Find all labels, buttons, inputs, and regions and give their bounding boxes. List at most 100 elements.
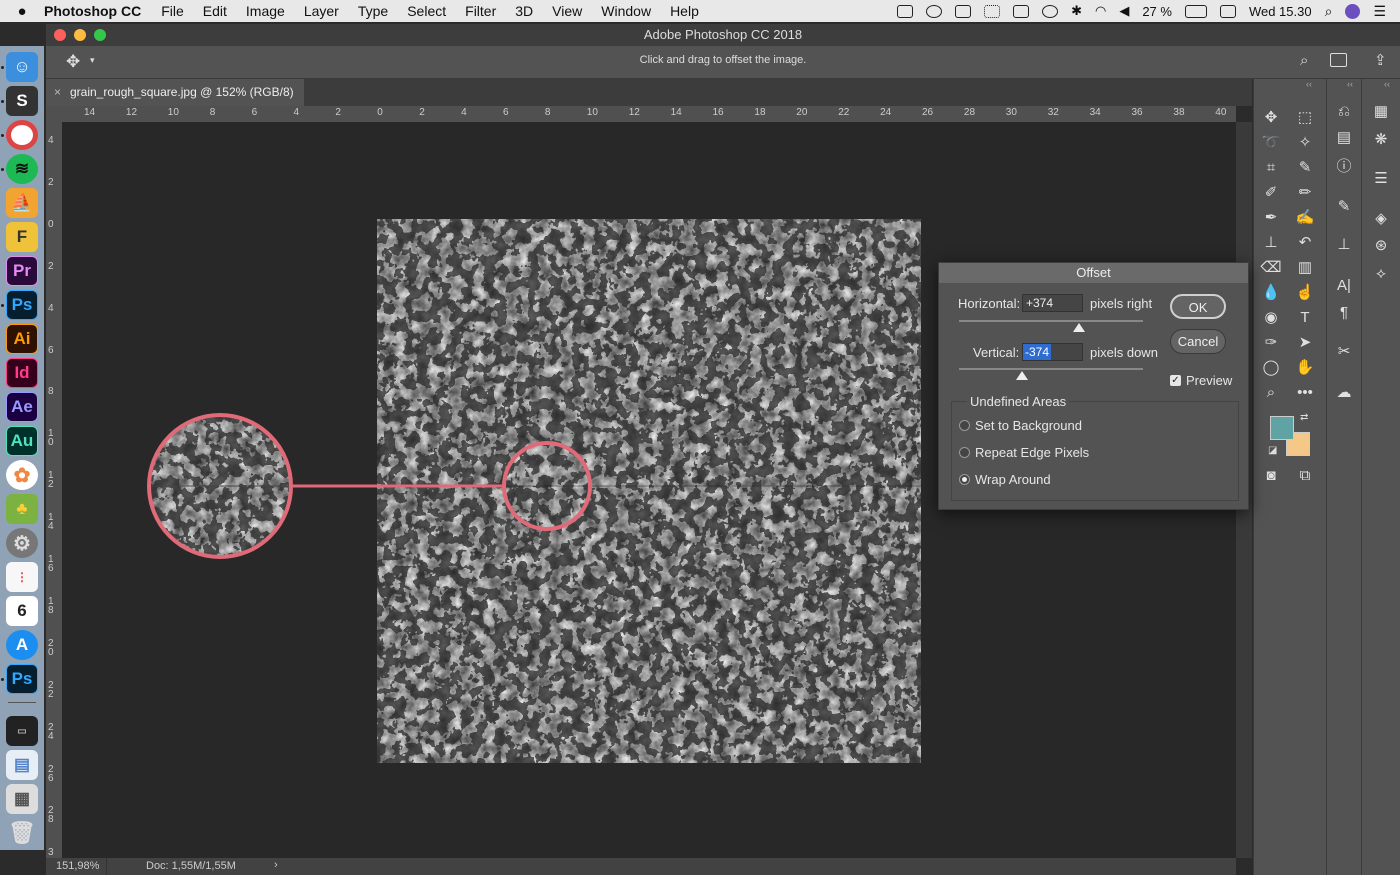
horizontal-input[interactable] xyxy=(1022,294,1083,312)
trash-icon[interactable]: 🗑 xyxy=(6,818,38,848)
menu-select[interactable]: Select xyxy=(407,3,446,19)
premiere-icon[interactable]: Pr xyxy=(6,256,38,286)
mixer-brush-tool-icon[interactable]: ✍ xyxy=(1292,207,1318,229)
grid-status-icon[interactable] xyxy=(984,4,1001,18)
screen-thumbnail-icon[interactable]: ▭ xyxy=(6,716,38,746)
ellipse-tool-icon[interactable]: ◯ xyxy=(1258,357,1284,379)
vertical-slider-thumb[interactable] xyxy=(1016,371,1028,380)
indesign-icon[interactable]: Id xyxy=(6,358,38,388)
properties-panel-icon[interactable]: ▤ xyxy=(1331,127,1357,149)
zoom-level[interactable]: 151,98% xyxy=(56,860,99,872)
radio-repeat-edge-pixels[interactable] xyxy=(959,447,970,458)
lasso-tool-icon[interactable]: ➰ xyxy=(1258,132,1284,154)
creative-cloud-icon[interactable] xyxy=(926,4,943,18)
screen-mode-icon[interactable]: ⧉ xyxy=(1292,465,1318,487)
photos-icon[interactable]: ✿ xyxy=(6,460,38,490)
fontself-icon[interactable]: F xyxy=(6,222,38,252)
foreground-color-swatch[interactable] xyxy=(1270,416,1294,440)
option-wrap-around[interactable]: Wrap Around xyxy=(975,472,1051,487)
menu-image[interactable]: Image xyxy=(246,3,285,19)
clock[interactable]: Wed 15.30 xyxy=(1249,4,1312,19)
status-menu-arrow-icon[interactable]: › xyxy=(274,859,278,871)
preview-thumbnail-icon[interactable]: ▤ xyxy=(6,750,38,780)
path-selection-tool-icon[interactable]: ➤ xyxy=(1292,332,1318,354)
spotlight-search-icon[interactable]: ⌕ xyxy=(1325,3,1333,20)
info-panel-icon[interactable]: ⓘ xyxy=(1331,156,1357,178)
adobe-status-icon[interactable] xyxy=(897,4,914,18)
pen-tool-icon[interactable]: ✑ xyxy=(1258,332,1284,354)
option-set-to-background[interactable]: Set to Background xyxy=(975,418,1082,433)
menu-type[interactable]: Type xyxy=(358,3,388,19)
layers-panel-icon[interactable]: ◈ xyxy=(1368,208,1394,230)
radio-set-to-background[interactable] xyxy=(959,420,970,431)
zoom-window-button[interactable] xyxy=(94,29,106,41)
default-colors-icon[interactable]: ◪ xyxy=(1268,445,1277,456)
horizontal-ruler[interactable]: 14 12 10 8 6 4 2 0 2 4 6 8 10 12 14 16 18 20 22 24 26 28 30 32 3… xyxy=(62,106,1236,123)
apple-icon[interactable]: ● xyxy=(0,3,44,20)
radio-wrap-around[interactable] xyxy=(959,474,970,485)
vertical-slider-track[interactable] xyxy=(959,368,1143,370)
pineapple-icon[interactable]: ♣ xyxy=(6,494,38,524)
history-panel-icon[interactable]: ⎌ xyxy=(1331,101,1357,123)
pencil-tool-icon[interactable]: ✏ xyxy=(1292,182,1318,204)
hand-tool-icon[interactable]: ✋ xyxy=(1292,357,1318,379)
sublime-icon[interactable]: S xyxy=(6,86,38,116)
notification-center-icon[interactable]: ☰ xyxy=(1373,3,1386,20)
time-machine-icon[interactable] xyxy=(1042,4,1059,18)
history-brush-tool-icon[interactable]: ↶ xyxy=(1292,232,1318,254)
adjustments-panel-icon[interactable]: ☰ xyxy=(1368,168,1394,190)
paragraph-panel-icon[interactable]: ¶ xyxy=(1331,302,1357,324)
reminders-icon[interactable]: ⋮ xyxy=(6,562,38,592)
preview-thumbnail-2-icon[interactable]: ▦ xyxy=(6,784,38,814)
document-tab[interactable]: × grain_rough_square.jpg @ 152% (RGB/8) xyxy=(46,79,304,106)
more-tools-icon[interactable]: ••• xyxy=(1292,382,1318,404)
brush-settings-panel-icon[interactable]: ✎ xyxy=(1331,196,1357,218)
photoshop-2-icon[interactable]: Ps xyxy=(6,664,38,694)
finder-icon[interactable]: ☺ xyxy=(6,52,38,82)
airplay-icon[interactable] xyxy=(1013,4,1030,18)
stamp-tool-icon[interactable]: ⊥ xyxy=(1258,232,1284,254)
healing-brush-tool-icon[interactable]: ✐ xyxy=(1258,182,1284,204)
menu-view[interactable]: View xyxy=(552,3,582,19)
option-repeat-edge-pixels[interactable]: Repeat Edge Pixels xyxy=(975,445,1089,460)
vertical-ruler[interactable]: 4 2 0 2 4 6 8 10 12 14 16 18 20 22 24 26 28 3 xyxy=(46,122,62,858)
battery-icon[interactable] xyxy=(1184,4,1207,18)
chrome-icon[interactable] xyxy=(6,120,38,150)
minimize-window-button[interactable] xyxy=(74,29,86,41)
channels-panel-icon[interactable]: ⊛ xyxy=(1368,235,1394,257)
display-icon[interactable] xyxy=(955,4,972,18)
keyboard-icon[interactable] xyxy=(1219,4,1236,18)
clone-source-panel-icon[interactable]: ⊥ xyxy=(1331,234,1357,256)
brush-tool-icon[interactable]: ✒ xyxy=(1258,207,1284,229)
swatches-panel-icon[interactable]: ▦ xyxy=(1368,101,1394,123)
menu-3d[interactable]: 3D xyxy=(515,3,533,19)
swap-colors-icon[interactable]: ⇄ xyxy=(1300,412,1308,423)
eraser-tool-icon[interactable]: ⌫ xyxy=(1258,257,1284,279)
menu-file[interactable]: File xyxy=(161,3,184,19)
ok-button[interactable]: OK xyxy=(1170,294,1226,319)
character-panel-icon[interactable]: A| xyxy=(1331,275,1357,297)
vertical-input[interactable]: -374 xyxy=(1022,343,1083,361)
type-tool-icon[interactable]: T xyxy=(1292,307,1318,329)
libraries-panel-icon[interactable]: ☁ xyxy=(1331,382,1357,404)
siri-icon[interactable] xyxy=(1345,3,1361,19)
search-icon[interactable]: ⌕ xyxy=(1300,52,1308,69)
marquee-tool-icon[interactable]: ⬚ xyxy=(1292,107,1318,129)
transmit-icon[interactable]: ⛵ xyxy=(6,188,38,218)
close-window-button[interactable] xyxy=(54,29,66,41)
volume-icon[interactable]: ◀ xyxy=(1119,3,1129,19)
app-store-icon[interactable]: A xyxy=(6,630,38,660)
bluetooth-icon[interactable]: ✱ xyxy=(1071,3,1082,19)
system-preferences-icon[interactable]: ⚙ xyxy=(6,528,38,558)
menu-filter[interactable]: Filter xyxy=(465,3,496,19)
gradient-tool-icon[interactable]: ▥ xyxy=(1292,257,1318,279)
zoom-tool-icon[interactable]: ⌕ xyxy=(1258,382,1284,404)
tab-close-icon[interactable]: × xyxy=(54,79,61,105)
color-panel-icon[interactable]: ❋ xyxy=(1368,129,1394,151)
eyedropper-tool-icon[interactable]: ✎ xyxy=(1292,157,1318,179)
menu-app-name[interactable]: Photoshop CC xyxy=(44,3,141,19)
blur-tool-icon[interactable]: 💧 xyxy=(1258,282,1284,304)
preview-checkbox[interactable]: ✓ xyxy=(1170,375,1181,386)
wifi-icon[interactable]: ◠ xyxy=(1095,3,1106,19)
illustrator-icon[interactable]: Ai xyxy=(6,324,38,354)
